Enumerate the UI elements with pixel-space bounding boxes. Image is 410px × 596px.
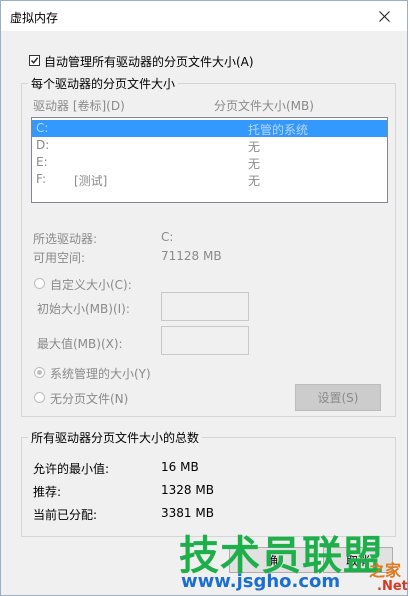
set-button[interactable]: 设置(S) (295, 384, 381, 411)
drive-page-size: 无 (248, 174, 261, 188)
min-allowed-label: 允许的最小值: (33, 462, 110, 476)
watermark-url: www.jsgho.com (181, 571, 341, 592)
initial-size-label: 初始大小(MB)(I): (37, 302, 130, 316)
totals-legend: 所有驱动器分页文件大小的总数 (28, 429, 203, 446)
watermark-side-bottom: .Net (377, 579, 408, 594)
virtual-memory-dialog: 虚拟内存 自动管理所有驱动器的分页文件大小(A) 每个驱动器的分页文件大小 驱动… (0, 0, 408, 596)
recommended-label: 推荐: (33, 485, 62, 499)
close-icon (378, 10, 390, 22)
max-size-input[interactable] (161, 326, 249, 355)
initial-size-input[interactable] (161, 292, 249, 321)
drive-list[interactable]: C: 托管的系统 D: 无 E: 无 F: [测试] 无 (31, 117, 388, 203)
free-space-label: 可用空间: (33, 251, 86, 265)
selected-drive-label: 所选驱动器: (33, 232, 98, 246)
title-bar: 虚拟内存 (1, 1, 407, 31)
drive-page-size: 无 (248, 140, 261, 154)
drive-volume-label: [测试] (74, 174, 108, 188)
watermark-side-top: 之家 (369, 561, 402, 580)
custom-size-label[interactable]: 自定义大小(C): (50, 276, 132, 293)
window-title: 虚拟内存 (10, 11, 59, 25)
per-drive-legend: 每个驱动器的分页文件大小 (28, 75, 179, 92)
drive-letter: D: (36, 138, 50, 152)
drive-page-size: 托管的系统 (248, 123, 309, 137)
close-button[interactable] (361, 1, 407, 31)
drive-letter: E: (36, 155, 48, 169)
size-column-header: 分页文件大小(MB) (214, 99, 314, 113)
drive-column-header: 驱动器 [卷标](D) (33, 99, 125, 113)
currently-allocated-value: 3381 MB (161, 506, 214, 520)
checkmark-icon (30, 57, 39, 64)
free-space-value: 71128 MB (161, 249, 222, 263)
system-managed-radio[interactable] (34, 367, 45, 378)
drive-letter: F: (36, 172, 47, 186)
selected-drive-value: C: (161, 230, 174, 244)
drive-row-d[interactable]: D: 无 (32, 137, 387, 154)
drive-letter: C: (36, 121, 49, 135)
max-size-label: 最大值(MB)(X): (37, 337, 123, 351)
custom-size-radio[interactable] (34, 278, 45, 289)
recommended-value: 1328 MB (161, 483, 214, 497)
drive-row-e[interactable]: E: 无 (32, 154, 387, 171)
drive-page-size: 无 (248, 157, 261, 171)
no-paging-file-radio[interactable] (34, 392, 45, 403)
auto-manage-label[interactable]: 自动管理所有驱动器的分页文件大小(A) (44, 53, 254, 70)
drive-row-f[interactable]: F: [测试] 无 (32, 171, 387, 188)
auto-manage-checkbox[interactable] (29, 55, 40, 66)
currently-allocated-label: 当前已分配: (33, 508, 98, 522)
min-allowed-value: 16 MB (161, 460, 199, 474)
drive-row-c[interactable]: C: 托管的系统 (32, 120, 387, 137)
no-paging-file-label[interactable]: 无分页文件(N) (50, 390, 128, 407)
system-managed-label[interactable]: 系统管理的大小(Y) (50, 365, 151, 382)
